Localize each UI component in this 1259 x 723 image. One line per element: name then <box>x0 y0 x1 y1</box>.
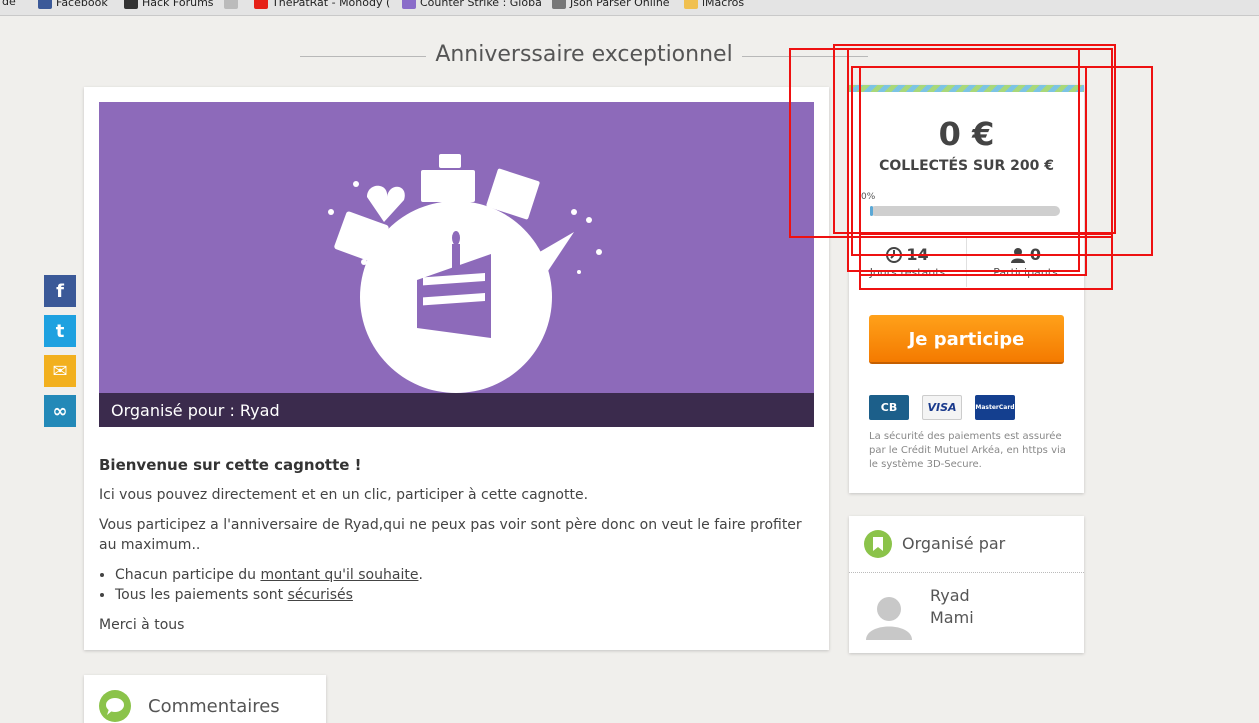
link-icon: ∞ <box>52 400 68 422</box>
comments-heading: Commentaires <box>148 696 280 717</box>
bookmark-hack-forums[interactable]: Hack Forums <box>124 0 214 9</box>
payment-logos: CB VISA MasterCard <box>869 395 1015 420</box>
days-remaining-stat: 14 Jours restants <box>849 245 966 279</box>
organiser-heading: Organisé par <box>902 534 1006 553</box>
bookmark-label: ThePatRat - Monody ( <box>272 0 391 9</box>
social-share-bar: f t ✉ ∞ <box>44 275 76 435</box>
organiser-name[interactable]: Ryad Mami <box>930 585 974 629</box>
bookmark-label: Counter Strike : Globa <box>420 0 542 9</box>
collection-stats-card: 0 € COLLECTÉS SUR 200 € 0% 14 Jours rest… <box>849 85 1084 493</box>
payment-security-text: La sécurité des paiements est assurée pa… <box>869 431 1066 470</box>
bookmark-folder-partial[interactable]: r de <box>0 0 16 8</box>
organised-for-text: Organisé pour : Ryad <box>111 401 280 420</box>
participate-button[interactable]: Je participe <box>869 315 1064 364</box>
comments-card: Commentaires <box>84 675 326 723</box>
campaign-banner: Organisé pour : Ryad <box>99 102 814 427</box>
organiser-last-name: Mami <box>930 608 974 627</box>
participants-value: 0 <box>1029 245 1042 264</box>
page-title: Anniverssaire exceptionnel <box>435 42 733 67</box>
page-title-row: Anniverssaire exceptionnel <box>300 42 1100 72</box>
collected-amount: 0 € <box>938 115 995 153</box>
comment-bubble-icon <box>99 690 131 722</box>
list-item-text: . <box>418 567 423 583</box>
campaign-card: Organisé pour : Ryad Bienvenue sur cette… <box>84 87 829 650</box>
days-remaining-label: Jours restants <box>869 266 946 279</box>
birthday-illustration <box>328 154 602 393</box>
hackforums-icon <box>124 0 138 9</box>
bookmark-page[interactable] <box>224 0 238 9</box>
closing-text: Merci à tous <box>99 617 185 633</box>
facebook-icon: f <box>56 280 64 302</box>
json-icon <box>552 0 566 9</box>
campaign-description: Bienvenue sur cette cagnotte ! Ici vous … <box>99 455 814 645</box>
bookmark-label: iMacros <box>702 0 745 9</box>
user-icon <box>1010 247 1025 263</box>
participants-stat: 0 Participants <box>967 245 1084 279</box>
youtube-icon <box>254 0 268 9</box>
bookmark-counter-strike[interactable]: Counter Strike : Globa <box>402 0 542 9</box>
folder-icon <box>684 0 698 9</box>
description-paragraph: Vous participez a l'anniversaire de Ryad… <box>99 517 802 553</box>
avatar-placeholder-icon <box>866 597 912 640</box>
csgo-icon <box>402 0 416 9</box>
bookmark-youtube[interactable]: ThePatRat - Monody ( <box>254 0 390 9</box>
cb-card-icon: CB <box>869 395 909 420</box>
bookmark-imacros[interactable]: iMacros <box>684 0 744 9</box>
mastercard-icon: MasterCard <box>975 395 1015 420</box>
collected-goal-label: COLLECTÉS SUR 200 € <box>879 158 1054 174</box>
list-item-text: Chacun participe du <box>115 567 261 583</box>
decorative-stripe <box>849 85 1084 92</box>
twitter-icon: t <box>55 320 65 342</box>
bookmarks-bar: r de Facebook Hack Forums ThePatRat - Mo… <box>0 0 1259 16</box>
list-item: Chacun participe du montant qu'il souhai… <box>115 565 814 585</box>
title-rule-right <box>742 56 868 57</box>
facebook-icon <box>38 0 52 9</box>
list-item: Tous les paiements sont sécurisés <box>115 585 814 605</box>
bookmark-label: Json Parser Online <box>570 0 670 9</box>
organiser-first-name: Ryad <box>930 586 970 605</box>
bookmark-label: Hack Forums <box>142 0 214 9</box>
bookmark-facebook[interactable]: Facebook <box>38 0 108 9</box>
progress-bar-fill <box>870 206 873 216</box>
secure-payments-link[interactable]: sécurisés <box>288 587 353 603</box>
progress-percent: 0% <box>861 192 876 202</box>
welcome-heading: Bienvenue sur cette cagnotte ! <box>99 456 362 474</box>
bookmark-json-parser[interactable]: Json Parser Online <box>552 0 670 9</box>
participants-label: Participants <box>993 266 1058 279</box>
twitter-share-button[interactable]: t <box>44 315 76 347</box>
facebook-share-button[interactable]: f <box>44 275 76 307</box>
clock-icon <box>886 246 903 263</box>
organiser-card: Organisé par Ryad Mami <box>849 516 1084 653</box>
page-icon <box>224 0 238 9</box>
organised-for-bar: Organisé pour : Ryad <box>99 393 814 427</box>
bookmark-label: Facebook <box>56 0 108 9</box>
bookmark-badge-icon <box>864 530 892 558</box>
visa-card-icon: VISA <box>922 395 962 420</box>
list-item-text: Tous les paiements sont <box>115 587 288 603</box>
amount-link[interactable]: montant qu'il souhaite <box>260 567 418 583</box>
description-list: Chacun participe du montant qu'il souhai… <box>115 565 814 605</box>
copy-link-button[interactable]: ∞ <box>44 395 76 427</box>
progress-bar <box>870 206 1060 216</box>
email-share-button[interactable]: ✉ <box>44 355 76 387</box>
organiser-header: Organisé par <box>849 516 1084 573</box>
days-remaining-value: 14 <box>906 245 929 264</box>
email-icon: ✉ <box>52 360 68 382</box>
description-paragraph: Ici vous pouvez directement et en un cli… <box>99 487 589 503</box>
bookmark-label: r de <box>0 0 16 8</box>
